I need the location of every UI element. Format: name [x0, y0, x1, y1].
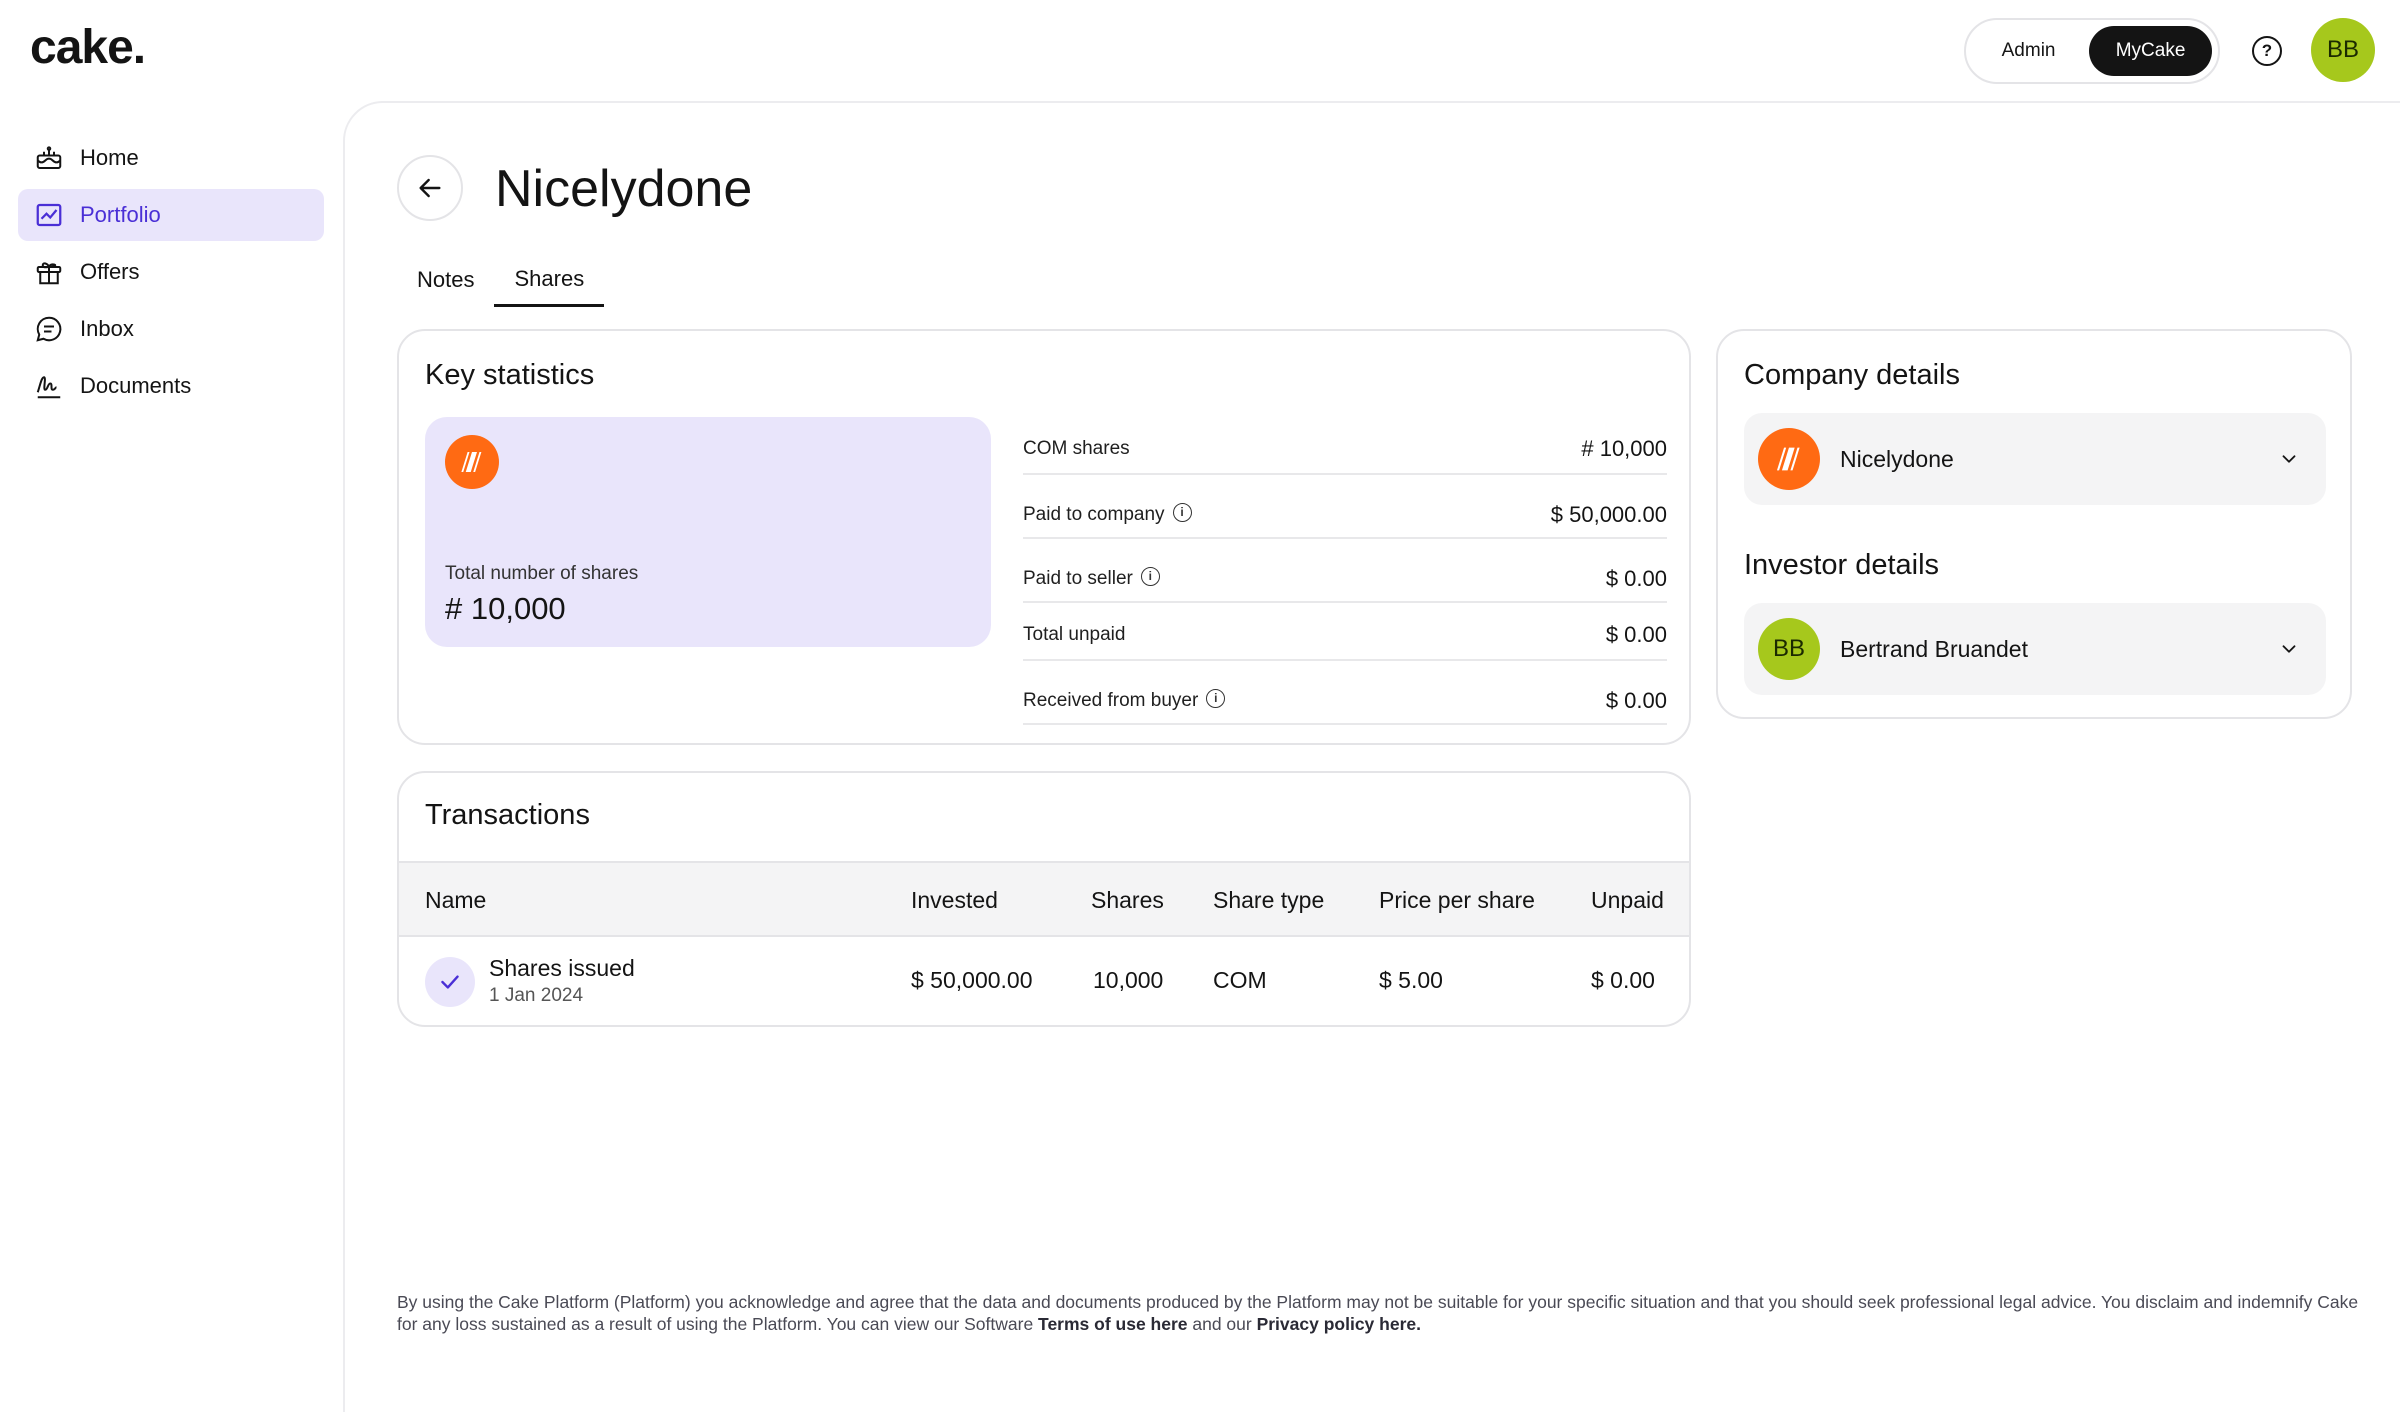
transactions-card: Transactions Name Invested Shares Share … [397, 771, 1691, 1027]
sidebar-item-label: Offers [80, 259, 140, 284]
investor-avatar: BB [1758, 618, 1820, 680]
help-circle-icon[interactable]: ? [2252, 36, 2282, 66]
column-header-shares[interactable]: Shares [1091, 887, 1164, 914]
transaction-invested: $ 50,000.00 [911, 967, 1033, 993]
stat-label: COM shares [1023, 438, 1130, 459]
info-icon[interactable]: i [1206, 688, 1226, 708]
column-header-name[interactable]: Name [425, 887, 486, 914]
transaction-unpaid: $ 0.00 [1591, 967, 1655, 993]
stat-value: $ 0.00 [1605, 688, 1667, 713]
total-shares-label: Total number of shares [445, 563, 639, 584]
chevron-down-icon [2282, 645, 2296, 653]
total-shares-summary: Total number of shares # 10,000 [425, 417, 991, 647]
company-logo-icon [1758, 428, 1820, 490]
app-root: cake. Admin MyCake ? BB Home Portfolio O… [0, 0, 2400, 1412]
transactions-title: Transactions [425, 799, 590, 831]
sidebar-item-portfolio[interactable]: Portfolio [18, 189, 324, 241]
sidebar-item-label: Documents [80, 373, 192, 398]
chat-bubble-icon [34, 314, 64, 344]
transaction-date: 1 Jan 2024 [489, 985, 584, 1006]
stat-label: Paid to seller [1023, 568, 1133, 589]
sidebar-item-documents[interactable]: Documents [18, 360, 324, 412]
stat-value: $ 0.00 [1605, 622, 1667, 647]
arrow-left-icon [419, 178, 441, 198]
table-header: Name Invested Shares Share type Price pe… [399, 861, 1689, 937]
cake-logo[interactable]: cake. [30, 20, 146, 75]
investor-name: Bertrand Bruandet [1840, 635, 2028, 662]
stat-row-paid-to-seller: Paid to seller i $ 0.00 [1023, 539, 1667, 603]
stat-label: Paid to company [1023, 504, 1165, 525]
user-avatar[interactable]: BB [2311, 18, 2375, 82]
stat-value: # 10,000 [1581, 436, 1667, 461]
chart-icon [34, 200, 64, 230]
privacy-policy-link[interactable]: Privacy policy here. [1257, 1314, 1421, 1334]
stat-row-com-shares: COM shares # 10,000 [1023, 417, 1667, 475]
gift-icon [34, 257, 64, 287]
tab-notes[interactable]: Notes [397, 253, 494, 307]
column-header-price-per-share[interactable]: Price per share [1379, 887, 1535, 914]
tab-bar: Notes Shares [397, 253, 605, 307]
admin-mode-button[interactable]: Admin [1972, 26, 2085, 76]
signature-icon [34, 371, 64, 401]
disclaimer-text-2: and our [1187, 1314, 1257, 1334]
company-details-title: Company details [1744, 359, 1960, 391]
chevron-down-icon [2282, 455, 2296, 463]
stat-value: $ 0.00 [1605, 566, 1667, 591]
company-name: Nicelydone [1840, 445, 1954, 472]
sidebar-item-offers[interactable]: Offers [18, 246, 324, 298]
sidebar-item-label: Home [80, 145, 139, 170]
table-row[interactable]: Shares issued 1 Jan 2024 $ 50,000.00 10,… [399, 937, 1689, 1025]
investor-details-title: Investor details [1744, 549, 1940, 581]
info-icon[interactable]: i [1172, 502, 1192, 522]
main-panel: Nicelydone Notes Shares Key statistics T… [343, 101, 2400, 1412]
sidebar: Home Portfolio Offers Inbox Documents [18, 132, 324, 417]
company-details-dropdown[interactable]: Nicelydone [1744, 413, 2326, 505]
total-shares-value: # 10,000 [445, 591, 566, 626]
stat-row-total-unpaid: Total unpaid $ 0.00 [1023, 603, 1667, 661]
page-title: Nicelydone [495, 160, 753, 218]
details-card: Company details Nicelydone Investor deta… [1716, 329, 2352, 719]
legal-disclaimer: By using the Cake Platform (Platform) yo… [397, 1291, 2377, 1335]
sidebar-item-inbox[interactable]: Inbox [18, 303, 324, 355]
transaction-price-per-share: $ 5.00 [1379, 967, 1443, 993]
terms-of-use-link[interactable]: Terms of use here [1038, 1314, 1187, 1334]
key-statistics-card: Key statistics Total number of shares # … [397, 329, 1691, 745]
sidebar-item-label: Portfolio [80, 202, 161, 227]
check-icon [425, 957, 475, 1007]
transaction-name: Shares issued [489, 955, 635, 981]
column-header-invested[interactable]: Invested [911, 887, 998, 914]
column-header-unpaid[interactable]: Unpaid [1591, 887, 1664, 914]
stat-value: $ 50,000.00 [1550, 502, 1667, 527]
stats-list: COM shares # 10,000 Paid to company i $ 5… [1023, 417, 1667, 725]
transaction-share-type: COM [1213, 967, 1267, 993]
sidebar-item-home[interactable]: Home [18, 132, 324, 184]
back-button[interactable] [397, 155, 463, 221]
company-logo-icon [445, 435, 499, 489]
key-statistics-title: Key statistics [425, 359, 595, 391]
transaction-shares: 10,000 [1093, 967, 1164, 993]
column-header-share-type[interactable]: Share type [1213, 887, 1324, 914]
stat-row-paid-to-company: Paid to company i $ 50,000.00 [1023, 475, 1667, 539]
cake-home-icon [34, 143, 64, 173]
stat-label: Received from buyer [1023, 690, 1199, 711]
sidebar-item-label: Inbox [80, 316, 134, 341]
info-icon[interactable]: i [1140, 566, 1160, 586]
mode-switch: Admin MyCake [1964, 18, 2220, 84]
stat-row-received-from-buyer: Received from buyer i $ 0.00 [1023, 661, 1667, 725]
mycake-mode-button[interactable]: MyCake [2089, 26, 2212, 76]
tab-shares[interactable]: Shares [494, 253, 605, 307]
stat-label: Total unpaid [1023, 624, 1126, 645]
investor-details-dropdown[interactable]: BB Bertrand Bruandet [1744, 603, 2326, 695]
